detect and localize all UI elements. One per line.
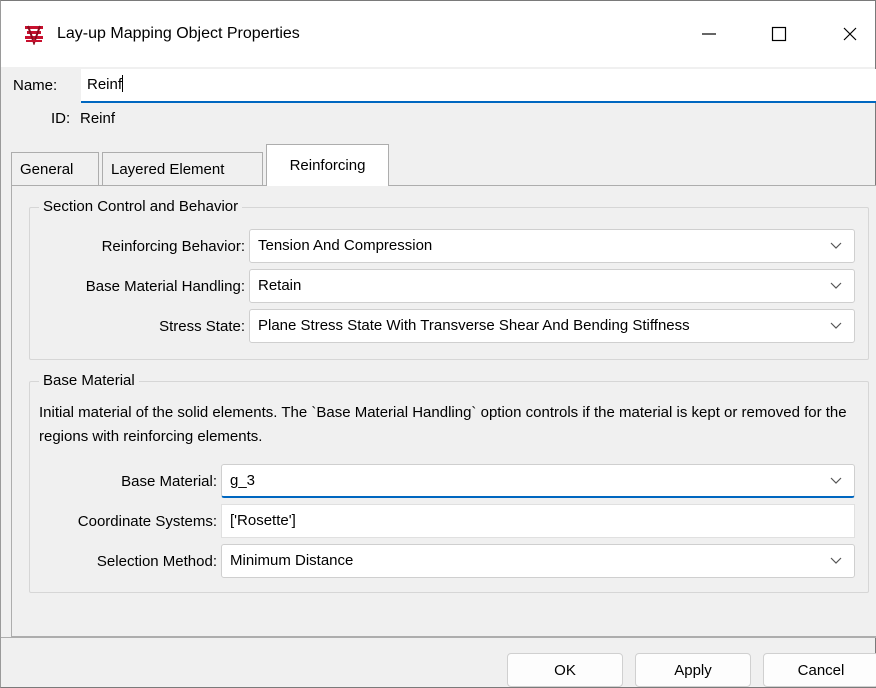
tab-general[interactable]: General xyxy=(11,152,99,186)
base-material-value: g_3 xyxy=(230,472,256,489)
close-icon xyxy=(843,27,857,41)
chevron-down-icon xyxy=(830,310,842,342)
base-material-label: Base Material: xyxy=(121,473,217,490)
reinforcing-behavior-label: Reinforcing Behavior: xyxy=(101,238,245,255)
base-material-title: Base Material xyxy=(39,371,139,391)
minimize-button[interactable] xyxy=(686,13,732,55)
id-label: ID: xyxy=(51,110,71,127)
apply-button[interactable]: Apply xyxy=(635,653,751,687)
selection-method-label: Selection Method: xyxy=(96,553,217,570)
name-label: Name: xyxy=(13,77,58,94)
name-input[interactable]: Reinf xyxy=(81,69,876,103)
coordinate-systems-value: ['Rosette'] xyxy=(230,512,296,529)
close-button[interactable] xyxy=(827,13,873,55)
minimize-icon xyxy=(702,33,716,35)
stress-state-label: Stress State: xyxy=(159,318,245,335)
stress-state-value: Plane Stress State With Transverse Shear… xyxy=(258,317,690,334)
reinforcing-behavior-value: Tension And Compression xyxy=(258,237,433,254)
cancel-button[interactable]: Cancel xyxy=(763,653,876,687)
app-layup-icon xyxy=(23,23,45,47)
base-material-description: Initial material of the solid elements. … xyxy=(39,404,847,445)
window-title: Lay-up Mapping Object Properties xyxy=(57,25,300,42)
base-material-select[interactable]: g_3 xyxy=(221,464,855,498)
reinforcing-behavior-select[interactable]: Tension And Compression xyxy=(249,229,855,263)
maximize-icon xyxy=(771,26,787,42)
tab-layered-element-label: Layered Element xyxy=(111,160,225,178)
chevron-down-icon xyxy=(830,545,842,577)
tab-layered-element[interactable]: Layered Element xyxy=(102,152,263,186)
coordinate-systems-field[interactable]: ['Rosette'] xyxy=(221,504,855,538)
text-caret xyxy=(122,75,124,92)
selection-method-value: Minimum Distance xyxy=(230,552,354,569)
section-control-title: Section Control and Behavior xyxy=(39,197,243,217)
ok-button[interactable]: OK xyxy=(507,653,623,687)
chevron-down-icon xyxy=(830,230,842,262)
tab-reinforcing-label: Reinforcing xyxy=(289,156,366,174)
base-material-handling-label: Base Material Handling: xyxy=(85,278,245,295)
footer-divider xyxy=(1,637,876,638)
coordinate-systems-label: Coordinate Systems: xyxy=(77,513,217,530)
tab-reinforcing[interactable]: Reinforcing xyxy=(266,144,389,186)
base-material-handling-value: Retain xyxy=(258,277,302,294)
tab-general-label: General xyxy=(20,160,74,178)
maximize-button[interactable] xyxy=(756,13,802,55)
stress-state-select[interactable]: Plane Stress State With Transverse Shear… xyxy=(249,309,855,343)
selection-method-select[interactable]: Minimum Distance xyxy=(221,544,855,578)
id-value: Reinf xyxy=(80,110,116,127)
name-input-value: Reinf xyxy=(87,76,123,93)
chevron-down-icon xyxy=(830,465,842,497)
dialog-window: Lay-up Mapping Object Properties Name: R… xyxy=(0,0,876,688)
base-material-handling-select[interactable]: Retain xyxy=(249,269,855,303)
title-bar: Lay-up Mapping Object Properties xyxy=(1,1,875,67)
chevron-down-icon xyxy=(830,270,842,302)
